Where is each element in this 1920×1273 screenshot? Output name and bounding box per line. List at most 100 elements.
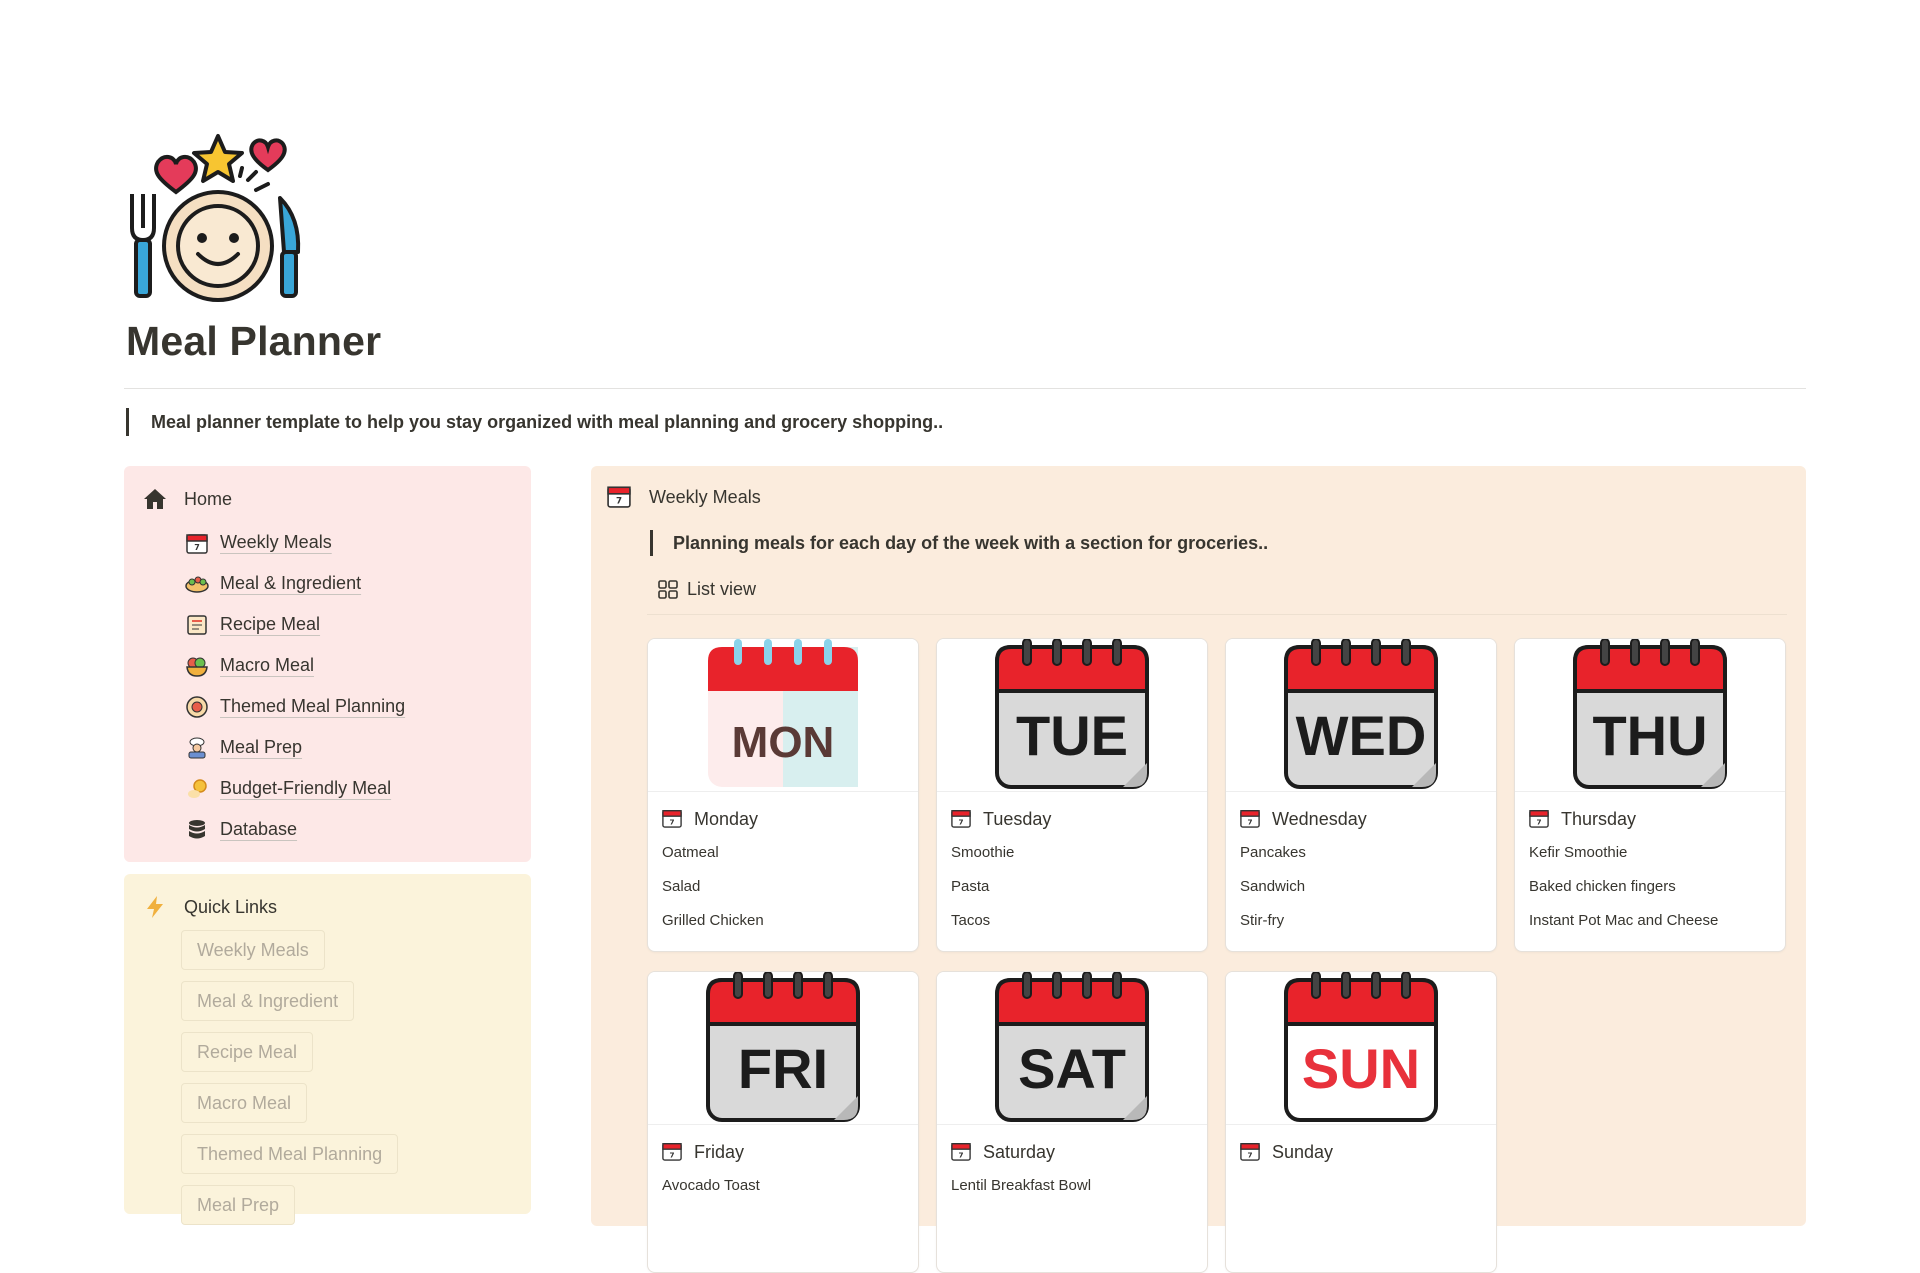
calendar-icon: 7	[1240, 808, 1262, 830]
day-cover-label: SUN	[1302, 1037, 1420, 1100]
weekly-description-quote: Planning meals for each day of the week …	[650, 530, 1268, 556]
calendar-icon: 7	[662, 808, 684, 830]
day-name: Thursday	[1561, 808, 1637, 829]
nav-item-weekly-meals[interactable]: 7 Weekly Meals	[184, 522, 405, 563]
day-cover: FRI	[648, 972, 918, 1125]
calendar-tue-icon: TUE	[995, 639, 1149, 789]
macro-bowl-icon	[184, 653, 210, 679]
day-meal-list: Oatmeal Salad Grilled Chicken	[648, 836, 918, 938]
home-panel: Home 7 Weekly Meals Meal & Ingredient Re…	[124, 466, 531, 862]
quick-link-recipe-meal[interactable]: Recipe Meal	[181, 1032, 314, 1072]
calendar-icon: 7	[607, 484, 633, 510]
meal-item: Grilled Chicken	[662, 912, 764, 929]
meal-item: Kefir Smoothie	[1529, 844, 1628, 861]
day-name: Wednesday	[1272, 808, 1367, 829]
day-cover-label: MON	[732, 718, 835, 767]
quick-link-weekly-meals[interactable]: Weekly Meals	[181, 930, 325, 970]
day-meal-list: Lentil Breakfast Bowl	[937, 1169, 1207, 1203]
day-meal-list: Pancakes Sandwich Stir-fry	[1226, 836, 1496, 938]
meal-item: Smoothie	[951, 844, 1015, 861]
calendar-icon: 7	[1240, 1141, 1262, 1163]
page-description-quote: Meal planner template to help you stay o…	[126, 408, 943, 436]
calendar-icon: 7	[1529, 808, 1551, 830]
calendar-fri-icon: FRI	[706, 972, 860, 1122]
weekly-meals-heading[interactable]: 7 Weekly Meals	[607, 484, 761, 510]
recipe-book-icon	[184, 612, 210, 638]
day-card-friday[interactable]: FRI 7 Friday Avocado Toast	[647, 971, 919, 1273]
day-name: Saturday	[983, 1141, 1056, 1162]
day-name: Friday	[694, 1141, 745, 1162]
page-title: Meal Planner	[126, 318, 382, 364]
day-cover-label: TUE	[1016, 704, 1128, 767]
day-card-title: 7 Tuesday	[951, 806, 1207, 832]
day-name: Monday	[694, 808, 759, 829]
quick-link-macro-meal[interactable]: Macro Meal	[181, 1083, 308, 1123]
nav-item-themed-meal-planning[interactable]: Themed Meal Planning	[184, 686, 405, 727]
nav-item-label: Macro Meal	[220, 655, 315, 675]
day-card-title: 7 Wednesday	[1240, 806, 1496, 832]
quick-link-meal-prep[interactable]: Meal Prep	[181, 1185, 296, 1225]
day-cover-label: FRI	[738, 1037, 828, 1100]
calendar-mon-icon: MON	[708, 639, 858, 787]
nav-item-database[interactable]: Database	[184, 809, 405, 850]
day-card-monday[interactable]: MON 7 Monday Oatmeal Salad Grilled Chicken	[647, 638, 919, 952]
day-cover: SAT	[937, 972, 1207, 1125]
nav-item-label: Themed Meal Planning	[220, 696, 406, 716]
day-cover-label: SAT	[1018, 1037, 1126, 1100]
coin-icon	[184, 776, 210, 802]
meal-item: Baked chicken fingers	[1529, 878, 1676, 895]
calendar-wed-icon: WED	[1284, 639, 1438, 789]
svg-text:7: 7	[616, 497, 622, 507]
meal-item: Salad	[662, 878, 701, 895]
meal-item: Avocado Toast	[662, 1177, 760, 1194]
day-cover: TUE	[937, 639, 1207, 792]
day-cover: MON	[648, 639, 918, 792]
nav-item-label: Weekly Meals	[220, 532, 332, 552]
calendar-icon: 7	[184, 530, 210, 556]
day-card-sunday[interactable]: SUN 7 Sunday	[1225, 971, 1497, 1273]
day-name: Sunday	[1272, 1141, 1334, 1162]
calendar-icon: 7	[951, 1141, 973, 1163]
calendar-thu-icon: THU	[1573, 639, 1727, 789]
nav-item-macro-meal[interactable]: Macro Meal	[184, 645, 405, 686]
day-card-title: 7 Friday	[662, 1139, 918, 1165]
nav-item-label: Meal & Ingredient	[220, 573, 362, 593]
day-meal-list: Kefir Smoothie Baked chicken fingers Insta…	[1515, 836, 1785, 938]
day-cover-label: WED	[1296, 704, 1427, 767]
svg-text:7: 7	[1536, 817, 1541, 826]
meal-item: Sandwich	[1240, 878, 1306, 895]
list-view-tab[interactable]: List view	[657, 578, 756, 600]
day-cover: SUN	[1226, 972, 1496, 1125]
day-card-title: 7 Thursday	[1529, 806, 1785, 832]
calendar-sun-icon: SUN	[1284, 972, 1438, 1122]
meal-item: Instant Pot Mac and Cheese	[1529, 912, 1719, 929]
home-icon	[142, 486, 168, 512]
quick-link-meal-ingredient[interactable]: Meal & Ingredient	[181, 981, 355, 1021]
weekly-meals-panel: 7 Weekly Meals Planning meals for each d…	[591, 466, 1806, 1273]
day-card-tuesday[interactable]: TUE 7 Tuesday Smoothie Pasta Tacos	[936, 638, 1208, 952]
home-label: Home	[184, 488, 233, 509]
day-card-wednesday[interactable]: WED 7 Wednesday Pancakes Sandwich Stir-fry	[1225, 638, 1497, 952]
day-cover: WED	[1226, 639, 1496, 792]
quick-link-themed-meal-planning[interactable]: Themed Meal Planning	[181, 1134, 399, 1174]
day-card-title: 7 Monday	[662, 806, 918, 832]
meal-item: Oatmeal	[662, 844, 719, 861]
nav-item-budget-friendly-meal[interactable]: Budget-Friendly Meal	[184, 768, 405, 809]
meal-item: Tacos	[951, 912, 991, 929]
day-card-saturday[interactable]: SAT 7 Saturday Lentil Breakfast Bowl	[936, 971, 1208, 1273]
meal-planner-page-icon[interactable]	[130, 128, 306, 304]
svg-text:7: 7	[1247, 1150, 1252, 1159]
quick-links-heading[interactable]: Quick Links	[142, 894, 277, 920]
weekly-meals-title: Weekly Meals	[649, 486, 761, 507]
nav-item-meal-ingredient[interactable]: Meal & Ingredient	[184, 563, 405, 604]
home-heading[interactable]: Home	[142, 486, 232, 512]
day-cover: THU	[1515, 639, 1785, 792]
nav-item-label: Recipe Meal	[220, 614, 321, 634]
nav-item-recipe-meal[interactable]: Recipe Meal	[184, 604, 405, 645]
meal-item: Stir-fry	[1240, 912, 1285, 929]
day-card-thursday[interactable]: THU 7 Thursday Kefir Smoothie Baked chicken …	[1514, 638, 1786, 952]
nav-item-meal-prep[interactable]: Meal Prep	[184, 727, 405, 768]
chef-icon	[184, 735, 210, 761]
calendar-icon: 7	[951, 808, 973, 830]
nav-item-label: Meal Prep	[220, 737, 303, 757]
